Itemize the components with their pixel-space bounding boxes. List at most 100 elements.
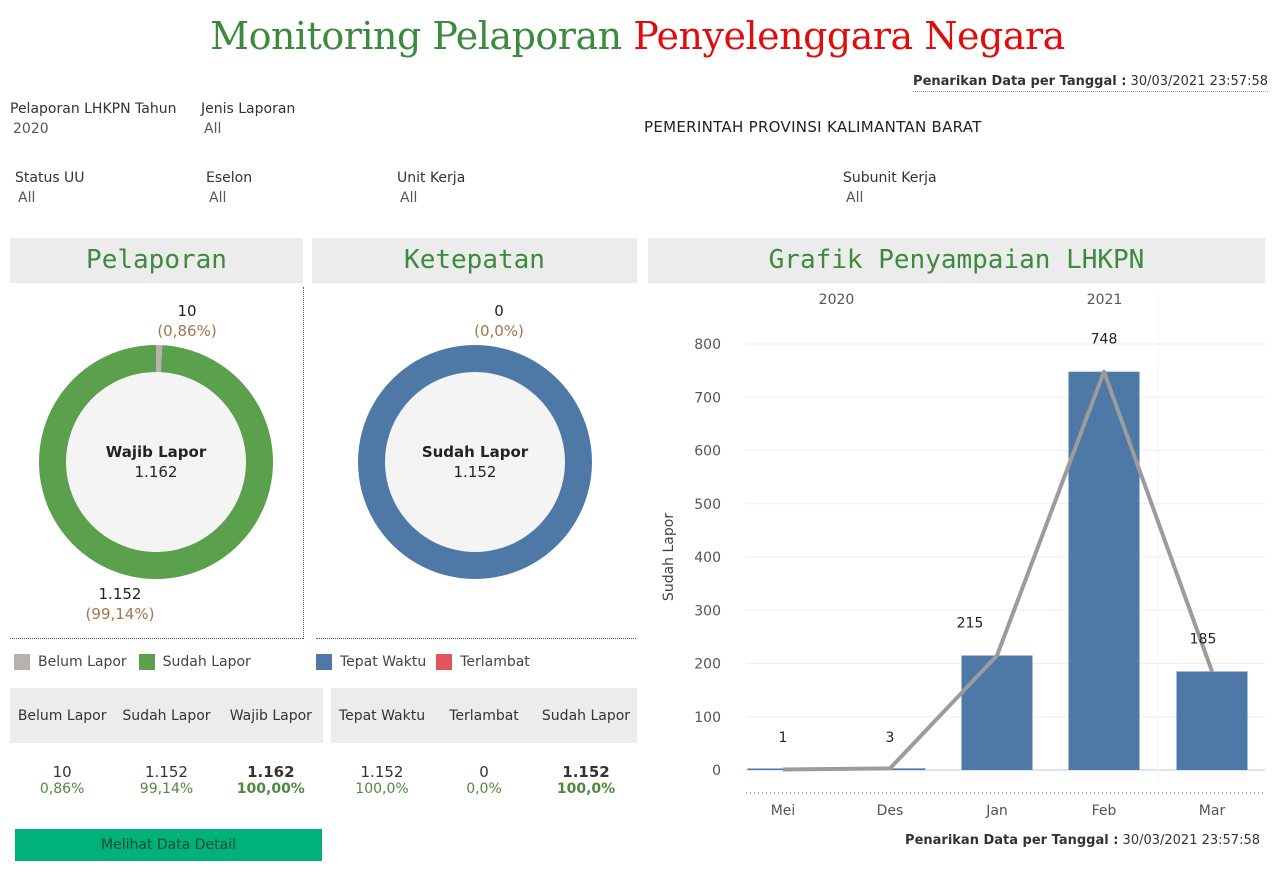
y-tick-label: 300 — [694, 603, 721, 619]
y-tick-label: 500 — [694, 497, 721, 513]
timestamp-label: Penarikan Data per Tanggal : — [905, 833, 1119, 848]
table-cell: 1.162 100,00% — [219, 763, 323, 797]
filter-eselon[interactable]: Eselon All — [206, 170, 252, 206]
table-header-cell: Tepat Waktu — [338, 707, 426, 724]
y-tick-label: 200 — [694, 657, 721, 673]
timestamp-value: 30/03/2021 23:57:58 — [1122, 833, 1260, 848]
pelaporan-table-row: 10 0,86% 1.152 99,14% 1.162 100,00% — [10, 763, 323, 797]
data-label: 185 — [1190, 631, 1217, 647]
filter-label: Subunit Kerja — [843, 170, 937, 186]
year-header: 2021 — [1087, 292, 1123, 308]
donut-center-value: 1.152 — [454, 463, 497, 481]
bar-jan — [961, 655, 1033, 770]
filter-value: All — [204, 121, 222, 137]
timestamp-label: Penarikan Data per Tanggal : — [913, 74, 1127, 89]
table-header-cell: Wajib Lapor — [229, 707, 312, 724]
y-tick-label: 600 — [694, 444, 721, 460]
data-timestamp-top: Penarikan Data per Tanggal : 30/03/2021 … — [913, 74, 1268, 92]
table-cell: 0 0,0% — [433, 763, 535, 797]
filter-label: Status UU — [15, 170, 85, 186]
table-header-cell: Belum Lapor — [17, 707, 107, 724]
ketepatan-donut: Sudah Lapor 1.152 0 (0,0%) — [357, 302, 592, 579]
legend-label: Tepat Waktu — [340, 654, 427, 670]
y-axis-label: Sudah Lapor — [661, 513, 677, 601]
table-cell: 1.152 100,0% — [535, 763, 637, 797]
table-cell: 1.152 100,0% — [331, 763, 433, 797]
ketepatan-table-row: 1.152 100,0% 0 0,0% 1.152 100,0% — [331, 763, 637, 797]
data-label: 3 — [886, 730, 895, 746]
filter-label: Pelaporan LHKPN Tahun — [10, 101, 177, 117]
slice-label-value: 10 — [177, 302, 196, 320]
table-cell: 1.152 99,14% — [114, 763, 218, 797]
x-tick-label: Mar — [1199, 803, 1226, 819]
cell-pct: 99,14% — [139, 781, 194, 797]
donut-center-label: Wajib Lapor — [106, 443, 207, 461]
cell-value: 10 — [52, 763, 72, 781]
x-tick-label: Des — [877, 803, 904, 819]
cell-value: 1.152 — [360, 763, 404, 781]
y-tick-label: 0 — [712, 763, 721, 779]
ketepatan-heading: Ketepatan — [312, 238, 637, 283]
y-tick-label: 100 — [694, 710, 721, 726]
donut-center-label: Sudah Lapor — [422, 443, 529, 461]
data-label: 1 — [779, 730, 788, 746]
legend-label: Terlambat — [460, 654, 530, 670]
legend-swatch-blue — [316, 654, 332, 670]
cell-pct: 0,0% — [466, 781, 502, 797]
timestamp-value: 30/03/2021 23:57:58 — [1130, 74, 1268, 89]
slice-label-pct: (0,86%) — [157, 322, 216, 340]
x-tick-label: Feb — [1092, 803, 1117, 819]
cell-value: 1.152 — [562, 763, 610, 781]
y-tick-label: 800 — [694, 337, 721, 353]
bar-feb — [1068, 371, 1140, 770]
filter-unit-kerja[interactable]: Unit Kerja All — [397, 170, 465, 206]
y-tick-label: 400 — [694, 550, 721, 566]
cell-value: 1.152 — [145, 763, 188, 781]
filter-label: Unit Kerja — [397, 170, 466, 186]
filter-label: Eselon — [206, 170, 253, 186]
grafik-bar-chart: 0 100 200 300 400 500 600 700 800 Sudah Lapor 2020… — [661, 292, 1265, 819]
page-title: Monitoring Pelaporan Penyelenggara Negar… — [0, 14, 1275, 58]
pelaporan-heading: Pelaporan — [10, 238, 303, 283]
slice-label-value: 1.152 — [99, 585, 142, 603]
pelaporan-legend: Belum Lapor Sudah Lapor — [14, 654, 251, 670]
view-detail-button[interactable]: Melihat Data Detail — [15, 829, 322, 861]
filter-value: All — [209, 190, 227, 206]
pelaporan-table-header: Belum Lapor Sudah Lapor Wajib Lapor — [10, 688, 323, 743]
x-tick-label: Jan — [985, 803, 1008, 819]
agency-name: PEMERINTAH PROVINSI KALIMANTAN BARAT — [644, 118, 982, 136]
filter-value: All — [846, 190, 864, 206]
cell-value: 0 — [479, 763, 489, 781]
data-label: 748 — [1091, 332, 1118, 348]
grafik-heading: Grafik Penyampaian LHKPN — [648, 238, 1265, 283]
title-part-1: Monitoring Pelaporan — [210, 14, 622, 58]
data-timestamp-bottom: Penarikan Data per Tanggal : 30/03/2021 … — [905, 833, 1260, 848]
legend-label: Belum Lapor — [38, 654, 127, 670]
ketepatan-table-header: Tepat Waktu Terlambat Sudah Lapor — [331, 688, 637, 743]
ketepatan-legend: Tepat Waktu Terlambat — [316, 654, 530, 670]
filter-jenis-laporan[interactable]: Jenis Laporan All — [201, 101, 295, 137]
title-part-2: Penyelenggara Negara — [633, 14, 1065, 58]
filter-status-uu[interactable]: Status UU All — [15, 170, 85, 206]
table-header-cell: Terlambat — [449, 707, 519, 724]
pelaporan-donut: Wajib Lapor 1.162 10 (0,86%) 1.152 (99,1… — [39, 302, 273, 623]
filter-tahun[interactable]: Pelaporan LHKPN Tahun 2020 — [10, 101, 176, 137]
table-header-cell: Sudah Lapor — [122, 707, 211, 724]
x-tick-label: Mei — [771, 803, 796, 819]
filter-value: All — [18, 190, 36, 206]
panel-divider — [303, 287, 304, 639]
filter-subunit-kerja[interactable]: Subunit Kerja All — [843, 170, 937, 206]
slice-label-pct: (0,0%) — [474, 322, 524, 340]
data-label: 215 — [957, 616, 984, 632]
legend-swatch-green — [138, 654, 155, 670]
legend-swatch-grey — [14, 654, 30, 670]
year-header: 2020 — [819, 292, 855, 308]
legend-swatch-red — [436, 654, 453, 670]
cell-pct: 100,0% — [556, 781, 616, 797]
filter-value: 2020 — [13, 121, 49, 137]
slice-label-pct: (99,14%) — [86, 605, 155, 623]
y-tick-label: 700 — [694, 390, 721, 406]
cell-pct: 100,0% — [355, 781, 409, 797]
cell-pct: 100,00% — [236, 781, 305, 797]
panel-bottom-rule — [316, 638, 636, 639]
